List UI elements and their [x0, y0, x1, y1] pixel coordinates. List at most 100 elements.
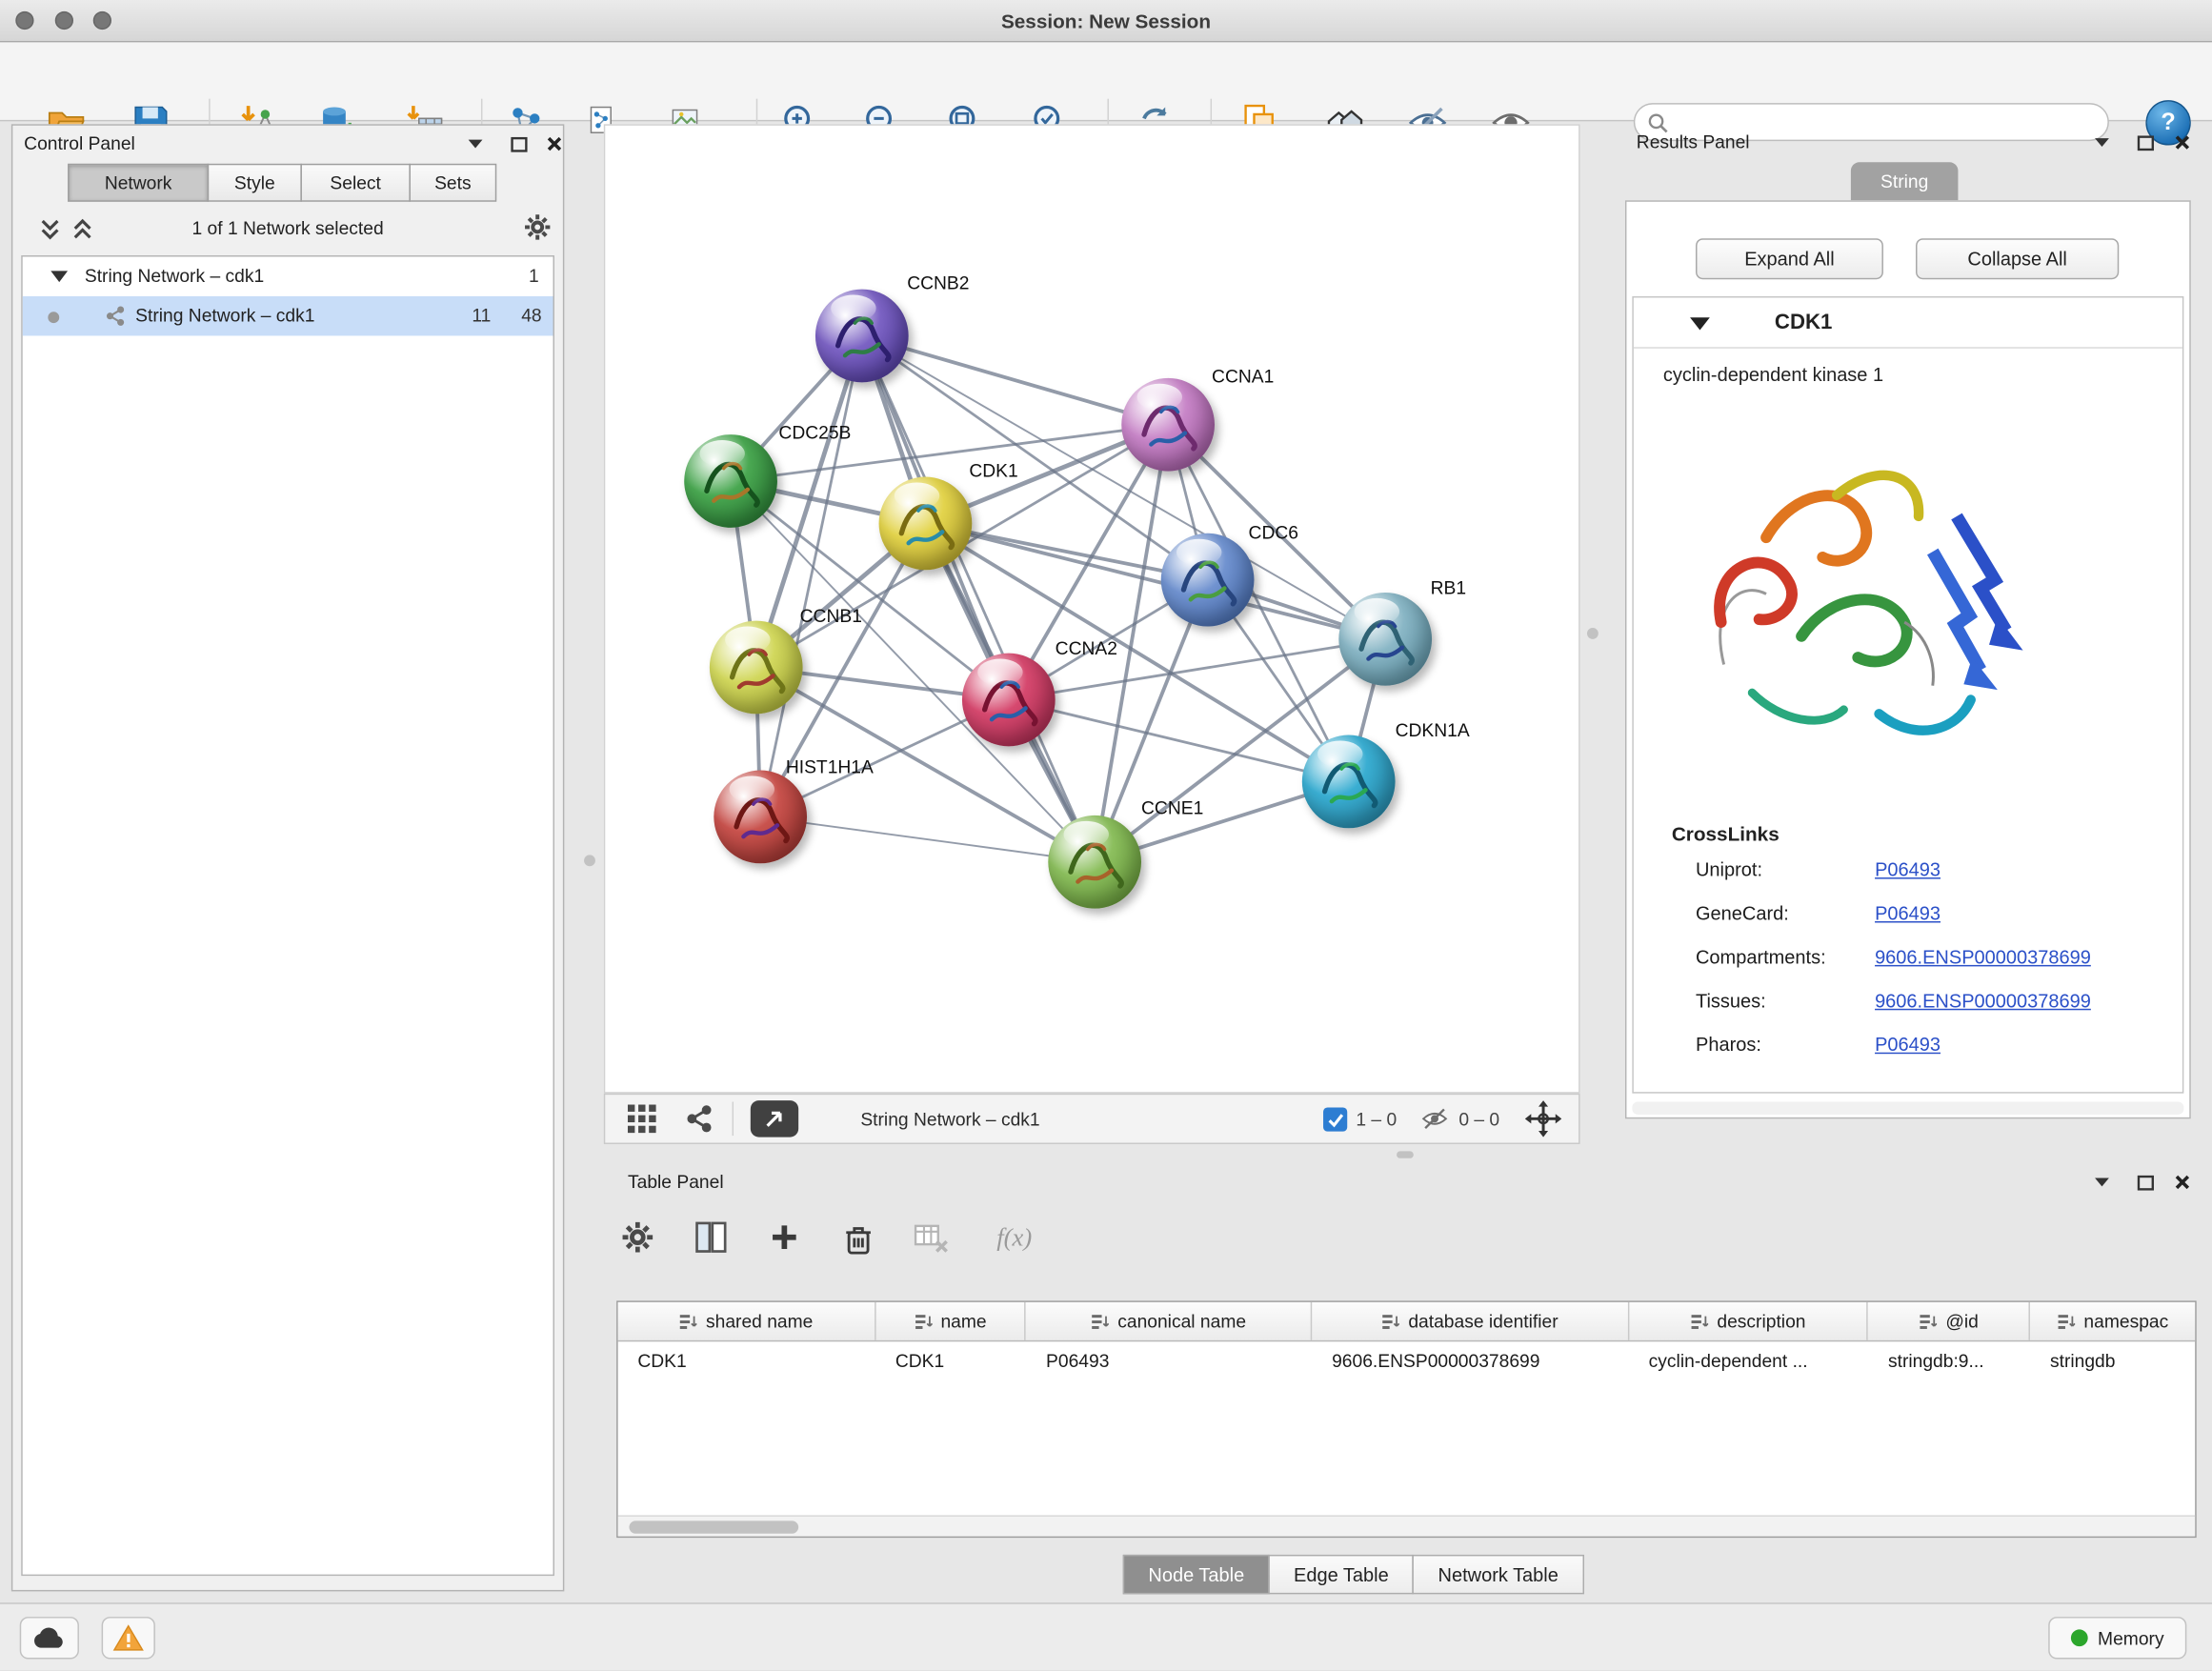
tab-style[interactable]: Style: [208, 164, 302, 202]
results-horizontal-scrollbar[interactable]: [1632, 1102, 2183, 1115]
hidden-items-button[interactable]: [1419, 1105, 1451, 1134]
panel-collapse-button[interactable]: [2091, 1171, 2114, 1194]
expand-all-button[interactable]: Expand All: [1696, 238, 1883, 279]
crosslink-link[interactable]: P06493: [1875, 1034, 1941, 1055]
horizontal-splitter-grip[interactable]: [1397, 1151, 1414, 1158]
crosslink-link[interactable]: 9606.ENSP00000378699: [1875, 947, 2091, 968]
float-window-icon: [510, 134, 530, 152]
network-edge-CDK1-RB1[interactable]: [925, 523, 1385, 638]
delete-column-button[interactable]: [836, 1217, 878, 1258]
cell-canonical-name[interactable]: P06493: [1026, 1341, 1312, 1380]
network-node-cdkn1a[interactable]: [1302, 735, 1396, 829]
crosslink-label: GeneCard:: [1696, 903, 1789, 924]
column-header-name[interactable]: name: [875, 1302, 1026, 1340]
tab-network-table[interactable]: Network Table: [1413, 1555, 1584, 1594]
panel-float-button[interactable]: [508, 132, 531, 155]
cell-id[interactable]: stringdb:9...: [1868, 1341, 2030, 1380]
open-in-new-window-button[interactable]: [751, 1100, 798, 1137]
table-row[interactable]: CDK1 CDK1 P06493 9606.ENSP00000378699 cy…: [618, 1341, 2196, 1380]
column-header-namespace[interactable]: namespac: [2030, 1302, 2195, 1340]
panel-collapse-button[interactable]: [2091, 131, 2114, 154]
tab-sets[interactable]: Sets: [409, 164, 496, 202]
network-edge-CCNB2-CCNE1[interactable]: [862, 335, 1095, 861]
panel-collapse-button[interactable]: [464, 132, 487, 155]
table-toolbar: f(x): [616, 1214, 1045, 1261]
panel-float-button[interactable]: [2135, 1171, 2158, 1194]
network-edge-CCNA2-CDKN1A[interactable]: [1009, 700, 1349, 782]
sort-icon: [914, 1313, 932, 1330]
crosslink-row-genecard: GeneCard: P06493: [1634, 903, 2185, 947]
column-header-description[interactable]: description: [1629, 1302, 1868, 1340]
column-header-database-identifier[interactable]: database identifier: [1312, 1302, 1629, 1340]
network-node-cdc6[interactable]: [1161, 534, 1255, 627]
network-node-cdk1[interactable]: [879, 477, 973, 571]
crosslink-link[interactable]: P06493: [1875, 903, 1941, 924]
vertical-splitter-grip[interactable]: [1587, 628, 1599, 639]
results-tab-string[interactable]: String: [1851, 162, 1959, 200]
network-row-selected[interactable]: String Network – cdk1 11 48: [23, 296, 553, 335]
string-tab-label: String: [1880, 171, 1928, 191]
cloud-services-button[interactable]: [20, 1617, 79, 1659]
cell-name[interactable]: CDK1: [875, 1341, 1026, 1380]
collapse-all-button[interactable]: Collapse All: [1916, 238, 2119, 279]
tab-select[interactable]: Select: [300, 164, 411, 202]
share-icon: [684, 1103, 715, 1135]
warnings-button[interactable]: [102, 1617, 155, 1659]
memory-button[interactable]: Memory: [2048, 1617, 2186, 1659]
cell-database-identifier[interactable]: 9606.ENSP00000378699: [1312, 1341, 1629, 1380]
panel-close-button[interactable]: [2171, 131, 2194, 154]
network-node-ccnb2[interactable]: [815, 290, 909, 383]
network-node-rb1[interactable]: [1338, 593, 1432, 686]
network-share-button[interactable]: [684, 1103, 715, 1135]
cell-namespace[interactable]: stringdb: [2030, 1341, 2195, 1380]
crosslink-link[interactable]: 9606.ENSP00000378699: [1875, 991, 2091, 1012]
network-node-cdc25b[interactable]: [684, 434, 777, 528]
results-panel-title: Results Panel: [1637, 131, 1750, 152]
protein-card-header[interactable]: CDK1: [1634, 297, 2182, 348]
show-columns-button[interactable]: [690, 1217, 732, 1258]
crosslink-label: Pharos:: [1696, 1034, 1761, 1055]
column-header-shared-name[interactable]: shared name: [618, 1302, 876, 1340]
chevron-down-icon: [466, 135, 486, 152]
function-builder-button[interactable]: f(x): [983, 1217, 1045, 1258]
network-node-hist1h1a[interactable]: [714, 771, 807, 864]
tree-expander-icon[interactable]: [50, 271, 68, 282]
scrollbar-thumb[interactable]: [629, 1520, 798, 1533]
create-column-button[interactable]: [763, 1217, 805, 1258]
tab-network[interactable]: Network: [68, 164, 209, 202]
network-node-ccne1[interactable]: [1048, 815, 1141, 909]
node-label-ccnb2: CCNB2: [907, 272, 969, 293]
selected-items-checkbox[interactable]: [1323, 1107, 1347, 1131]
column-header-id[interactable]: @id: [1868, 1302, 2030, 1340]
cell-shared-name[interactable]: CDK1: [618, 1341, 876, 1380]
sort-icon: [1690, 1313, 1708, 1330]
fit-selected-button[interactable]: [1525, 1100, 1562, 1137]
network-node-ccna2[interactable]: [962, 654, 1056, 747]
node-gloss: [725, 627, 770, 654]
network-edge-CCNB2-HIST1H1A[interactable]: [760, 335, 862, 816]
panel-close-button[interactable]: [2171, 1171, 2194, 1194]
network-view[interactable]: CCNB2CCNA1CDC25BCDK1CDC6RB1CCNB1CCNA2CDK…: [604, 124, 1580, 1093]
cell-description[interactable]: cyclin-dependent ...: [1629, 1341, 1868, 1380]
network-options-button[interactable]: [523, 213, 547, 237]
table-horizontal-scrollbar[interactable]: [618, 1515, 2196, 1536]
network-node-ccna1[interactable]: [1121, 378, 1215, 472]
crosslink-row-compartments: Compartments: 9606.ENSP00000378699: [1634, 947, 2185, 991]
network-node-ccnb1[interactable]: [710, 621, 803, 715]
tab-node-table[interactable]: Node Table: [1123, 1555, 1270, 1594]
panel-float-button[interactable]: [2135, 131, 2158, 154]
tab-edge-table[interactable]: Edge Table: [1268, 1555, 1414, 1594]
column-label: shared name: [706, 1311, 813, 1332]
network-edge-HIST1H1A-CCNE1[interactable]: [760, 816, 1095, 861]
trash-icon: [840, 1219, 875, 1255]
collapse-card-icon[interactable]: [1690, 317, 1710, 330]
panel-close-button[interactable]: [543, 132, 566, 155]
tab-network-label: Network: [105, 172, 172, 193]
birds-eye-view-button[interactable]: [625, 1102, 659, 1137]
network-collection-row[interactable]: String Network – cdk1 1: [23, 257, 553, 296]
table-options-button[interactable]: [616, 1217, 658, 1258]
crosslink-link[interactable]: P06493: [1875, 859, 1941, 880]
delete-table-button[interactable]: [910, 1217, 952, 1258]
vertical-splitter-grip[interactable]: [584, 855, 595, 866]
column-header-canonical-name[interactable]: canonical name: [1026, 1302, 1312, 1340]
